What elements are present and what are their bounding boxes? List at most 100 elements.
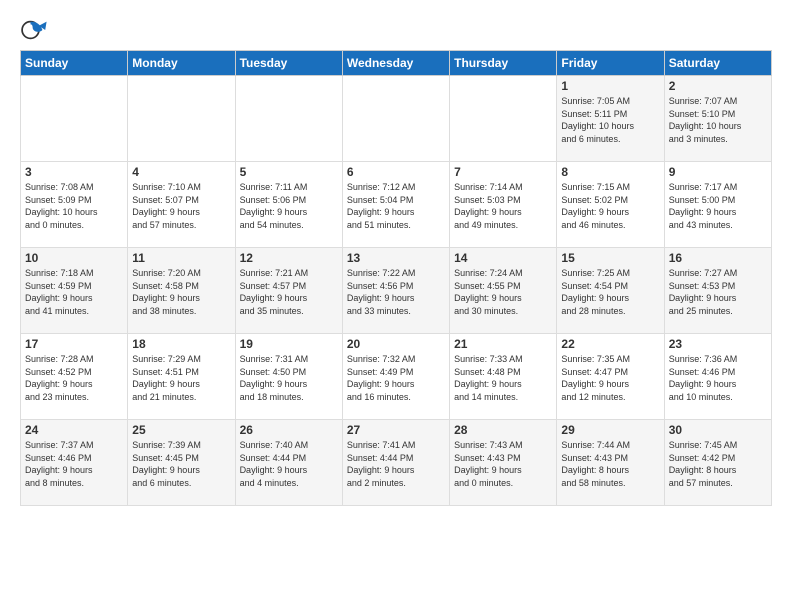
calendar-cell: 8 Sunrise: 7:15 AM Sunset: 5:02 PM Daylig…: [557, 162, 664, 248]
day-number: 8: [561, 165, 659, 179]
day-number: 28: [454, 423, 552, 437]
calendar-cell: 4 Sunrise: 7:10 AM Sunset: 5:07 PM Daylig…: [128, 162, 235, 248]
day-number: 24: [25, 423, 123, 437]
day-number: 5: [240, 165, 338, 179]
day-info: Sunrise: 7:40 AM Sunset: 4:44 PM Dayligh…: [240, 439, 338, 489]
day-number: 1: [561, 79, 659, 93]
calendar-cell: [450, 76, 557, 162]
calendar-week-3: 10 Sunrise: 7:18 AM Sunset: 4:59 PM Dayli…: [21, 248, 772, 334]
calendar-cell: 18 Sunrise: 7:29 AM Sunset: 4:51 PM Dayli…: [128, 334, 235, 420]
day-info: Sunrise: 7:18 AM Sunset: 4:59 PM Dayligh…: [25, 267, 123, 317]
calendar-cell: 12Sunrise: 7:21 AM Sunset: 4:57 PM Dayli…: [235, 248, 342, 334]
calendar-cell: 21 Sunrise: 7:33 AM Sunset: 4:48 PM Dayli…: [450, 334, 557, 420]
day-number: 25: [132, 423, 230, 437]
day-info: Sunrise: 7:41 AM Sunset: 4:44 PM Dayligh…: [347, 439, 445, 489]
day-number: 2: [669, 79, 767, 93]
calendar-cell: [342, 76, 449, 162]
calendar-week-1: 1 Sunrise: 7:05 AM Sunset: 5:11 PM Daylig…: [21, 76, 772, 162]
day-number: 10: [25, 251, 123, 265]
weekday-header-monday: Monday: [128, 51, 235, 76]
day-info: Sunrise: 7:31 AM Sunset: 4:50 PM Dayligh…: [240, 353, 338, 403]
day-number: 15: [561, 251, 659, 265]
day-info: Sunrise: 7:20 AM Sunset: 4:58 PM Dayligh…: [132, 267, 230, 317]
weekday-header-sunday: Sunday: [21, 51, 128, 76]
day-number: 4: [132, 165, 230, 179]
calendar-cell: 9 Sunrise: 7:17 AM Sunset: 5:00 PM Daylig…: [664, 162, 771, 248]
day-info: Sunrise: 7:24 AM Sunset: 4:55 PM Dayligh…: [454, 267, 552, 317]
calendar-cell: 25 Sunrise: 7:39 AM Sunset: 4:45 PM Dayli…: [128, 420, 235, 506]
calendar-cell: 3 Sunrise: 7:08 AM Sunset: 5:09 PM Daylig…: [21, 162, 128, 248]
calendar-cell: 10 Sunrise: 7:18 AM Sunset: 4:59 PM Dayli…: [21, 248, 128, 334]
calendar-cell: 19 Sunrise: 7:31 AM Sunset: 4:50 PM Dayli…: [235, 334, 342, 420]
weekday-header-friday: Friday: [557, 51, 664, 76]
calendar-cell: 28 Sunrise: 7:43 AM Sunset: 4:43 PM Dayli…: [450, 420, 557, 506]
day-info: Sunrise: 7:44 AM Sunset: 4:43 PM Dayligh…: [561, 439, 659, 489]
day-info: Sunrise: 7:25 AM Sunset: 4:54 PM Dayligh…: [561, 267, 659, 317]
day-number: 11: [132, 251, 230, 265]
day-info: Sunrise: 7:36 AM Sunset: 4:46 PM Dayligh…: [669, 353, 767, 403]
weekday-header-thursday: Thursday: [450, 51, 557, 76]
calendar-cell: 11 Sunrise: 7:20 AM Sunset: 4:58 PM Dayli…: [128, 248, 235, 334]
day-number: 30: [669, 423, 767, 437]
day-info: Sunrise: 7:28 AM Sunset: 4:52 PM Dayligh…: [25, 353, 123, 403]
calendar-table: SundayMondayTuesdayWednesdayThursdayFrid…: [20, 50, 772, 506]
calendar-cell: 7Sunrise: 7:14 AM Sunset: 5:03 PM Daylig…: [450, 162, 557, 248]
calendar-cell: 15 Sunrise: 7:25 AM Sunset: 4:54 PM Dayli…: [557, 248, 664, 334]
day-info: Sunrise: 7:10 AM Sunset: 5:07 PM Dayligh…: [132, 181, 230, 231]
day-info: Sunrise: 7:11 AM Sunset: 5:06 PM Dayligh…: [240, 181, 338, 231]
day-number: 27: [347, 423, 445, 437]
logo: [20, 16, 52, 44]
day-info: Sunrise: 7:15 AM Sunset: 5:02 PM Dayligh…: [561, 181, 659, 231]
calendar-cell: 16 Sunrise: 7:27 AM Sunset: 4:53 PM Dayli…: [664, 248, 771, 334]
calendar-cell: 5 Sunrise: 7:11 AM Sunset: 5:06 PM Daylig…: [235, 162, 342, 248]
calendar-cell: 23Sunrise: 7:36 AM Sunset: 4:46 PM Dayli…: [664, 334, 771, 420]
day-number: 17: [25, 337, 123, 351]
weekday-header-wednesday: Wednesday: [342, 51, 449, 76]
header: [20, 16, 772, 44]
day-number: 18: [132, 337, 230, 351]
calendar-cell: 17 Sunrise: 7:28 AM Sunset: 4:52 PM Dayli…: [21, 334, 128, 420]
calendar-cell: 27 Sunrise: 7:41 AM Sunset: 4:44 PM Dayli…: [342, 420, 449, 506]
day-info: Sunrise: 7:32 AM Sunset: 4:49 PM Dayligh…: [347, 353, 445, 403]
day-number: 9: [669, 165, 767, 179]
calendar-week-5: 24 Sunrise: 7:37 AM Sunset: 4:46 PM Dayli…: [21, 420, 772, 506]
page-container: SundayMondayTuesdayWednesdayThursdayFrid…: [0, 0, 792, 516]
calendar-cell: 29 Sunrise: 7:44 AM Sunset: 4:43 PM Dayli…: [557, 420, 664, 506]
day-number: 20: [347, 337, 445, 351]
day-number: 3: [25, 165, 123, 179]
day-info: Sunrise: 7:14 AM Sunset: 5:03 PM Dayligh…: [454, 181, 552, 231]
day-number: 13: [347, 251, 445, 265]
calendar-cell: 30 Sunrise: 7:45 AM Sunset: 4:42 PM Dayli…: [664, 420, 771, 506]
calendar-cell: 6 Sunrise: 7:12 AM Sunset: 5:04 PM Daylig…: [342, 162, 449, 248]
day-info: Sunrise: 7:08 AM Sunset: 5:09 PM Dayligh…: [25, 181, 123, 231]
day-number: 6: [347, 165, 445, 179]
calendar-cell: 13 Sunrise: 7:22 AM Sunset: 4:56 PM Dayli…: [342, 248, 449, 334]
day-number: 29: [561, 423, 659, 437]
day-info: Sunrise: 7:35 AM Sunset: 4:47 PM Dayligh…: [561, 353, 659, 403]
calendar-cell: [128, 76, 235, 162]
day-info: Sunrise: 7:37 AM Sunset: 4:46 PM Dayligh…: [25, 439, 123, 489]
day-number: 19: [240, 337, 338, 351]
day-info: Sunrise: 7:05 AM Sunset: 5:11 PM Dayligh…: [561, 95, 659, 145]
day-number: 16: [669, 251, 767, 265]
day-number: 14: [454, 251, 552, 265]
day-info: Sunrise: 7:12 AM Sunset: 5:04 PM Dayligh…: [347, 181, 445, 231]
day-info: Sunrise: 7:43 AM Sunset: 4:43 PM Dayligh…: [454, 439, 552, 489]
day-number: 21: [454, 337, 552, 351]
day-info: Sunrise: 7:27 AM Sunset: 4:53 PM Dayligh…: [669, 267, 767, 317]
day-info: Sunrise: 7:29 AM Sunset: 4:51 PM Dayligh…: [132, 353, 230, 403]
calendar-cell: 22 Sunrise: 7:35 AM Sunset: 4:47 PM Dayli…: [557, 334, 664, 420]
day-info: Sunrise: 7:39 AM Sunset: 4:45 PM Dayligh…: [132, 439, 230, 489]
calendar-cell: 26Sunrise: 7:40 AM Sunset: 4:44 PM Dayli…: [235, 420, 342, 506]
day-info: Sunrise: 7:22 AM Sunset: 4:56 PM Dayligh…: [347, 267, 445, 317]
calendar-cell: [235, 76, 342, 162]
calendar-cell: [21, 76, 128, 162]
day-number: 12: [240, 251, 338, 265]
logo-icon: [20, 16, 48, 44]
day-number: 22: [561, 337, 659, 351]
day-info: Sunrise: 7:33 AM Sunset: 4:48 PM Dayligh…: [454, 353, 552, 403]
day-info: Sunrise: 7:07 AM Sunset: 5:10 PM Dayligh…: [669, 95, 767, 145]
day-info: Sunrise: 7:17 AM Sunset: 5:00 PM Dayligh…: [669, 181, 767, 231]
calendar-cell: 14 Sunrise: 7:24 AM Sunset: 4:55 PM Dayli…: [450, 248, 557, 334]
day-info: Sunrise: 7:45 AM Sunset: 4:42 PM Dayligh…: [669, 439, 767, 489]
